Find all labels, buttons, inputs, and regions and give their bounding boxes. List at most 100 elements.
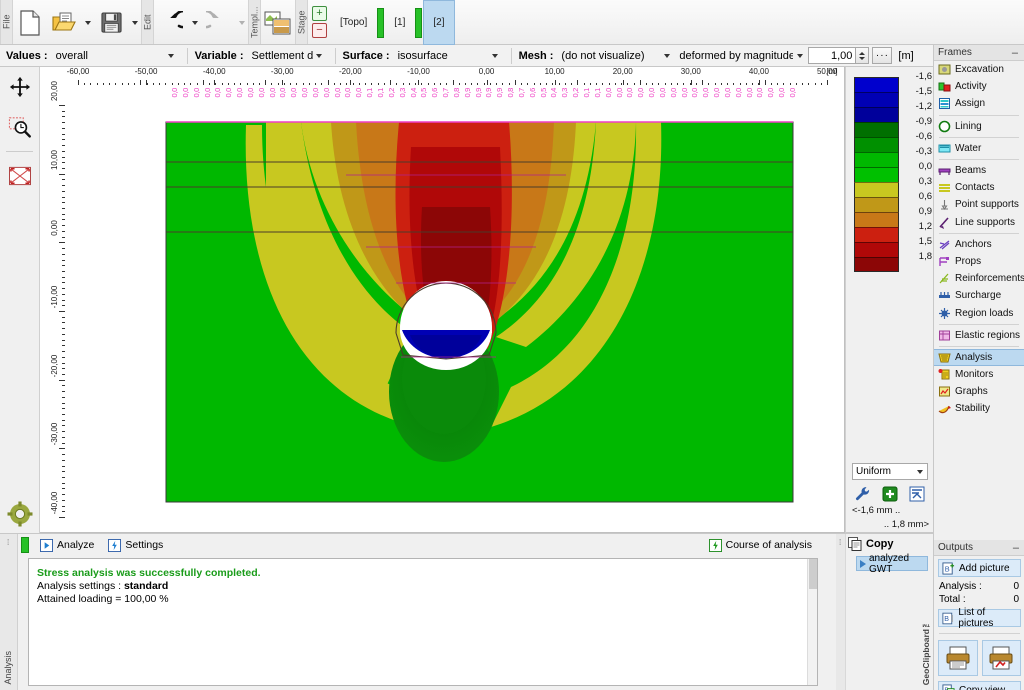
scale-mode-select[interactable]: Uniform (852, 463, 928, 480)
new-file-button[interactable] (13, 0, 47, 45)
ruler-x-minor-tick (521, 82, 523, 85)
zoom-window-tool-button[interactable] (0, 107, 40, 147)
outputs-minimize-button[interactable]: – (1011, 542, 1021, 553)
legend-color-band[interactable] (854, 182, 899, 197)
redo-button[interactable] (201, 0, 235, 45)
frame-item-analysis[interactable]: Analysis (934, 348, 1024, 366)
analyze-button[interactable]: Analyze (34, 537, 100, 554)
legend-color-band[interactable] (854, 77, 899, 92)
copy-button[interactable]: Copy (848, 537, 894, 551)
stage-tab-topo[interactable]: [Topo] (331, 0, 376, 45)
ruler-x-minor-tick (271, 82, 273, 85)
legend-color-band[interactable] (854, 242, 899, 257)
surface-label: Surface : (342, 49, 390, 62)
analysis-vertical-tab[interactable]: ⁞ Analysis (0, 534, 18, 690)
scale-factor-stepper[interactable] (856, 47, 870, 64)
model-view-canvas[interactable]: -60,00 -50,00 -40,00 -30,00 -20,00 -10,00 0,00… (40, 67, 845, 533)
frame-item-elastic-regions[interactable]: Elastic regions (934, 327, 1024, 344)
stage-remove-button[interactable]: − (312, 23, 327, 38)
frame-item-excavation[interactable]: Excavation (934, 61, 1024, 78)
legend-color-band[interactable] (854, 227, 899, 242)
frame-item-props[interactable]: Props (934, 253, 1024, 270)
legend-add-button[interactable] (879, 485, 901, 503)
geoclipboard-grip[interactable]: ⁞ (836, 534, 846, 690)
course-of-analysis-button[interactable]: Course of analysis (703, 537, 818, 554)
surface-select[interactable]: isosurface (394, 47, 504, 64)
list-of-pictures-button[interactable]: B List of pictures (938, 607, 1021, 629)
stage-add-button[interactable]: + (312, 6, 327, 21)
copy-view-button[interactable]: B Copy view (938, 681, 1021, 690)
legend-color-band[interactable] (854, 167, 899, 182)
frame-item-anchors[interactable]: Anchors (934, 236, 1024, 253)
frame-item-line-supports[interactable]: Line supports (934, 214, 1024, 231)
values-select[interactable]: overall (52, 47, 180, 64)
frame-item-stability[interactable]: Stability (934, 400, 1024, 417)
ruler-y-minor-tick (62, 505, 65, 507)
surface-value-label: 0,2 (386, 88, 396, 98)
legend-color-band[interactable] (854, 257, 899, 272)
message-scrollbar[interactable] (807, 559, 817, 685)
color-legend-panel: -1,6 -1,5 -1,2 -0,9 -0,6 -0,3 0,0 0,3 0,6 0,9 1,2 1… (845, 67, 933, 533)
frame-item-region-loads[interactable]: Region loads (934, 304, 1024, 321)
frame-item-reinforcements[interactable]: Reinforcements (934, 270, 1024, 287)
frame-item-surcharge[interactable]: Surcharge (934, 287, 1024, 304)
legend-color-band[interactable] (854, 107, 899, 122)
scale-factor-more-button[interactable]: ··· (872, 47, 893, 64)
undo-dropdown-arrow[interactable] (188, 0, 201, 45)
surface-value-label: 0,0 (766, 88, 776, 98)
open-file-dropdown-arrow[interactable] (81, 0, 94, 45)
frame-item-graphs[interactable]: Graphs (934, 383, 1024, 400)
undo-button[interactable] (154, 0, 188, 45)
save-file-button[interactable] (94, 0, 128, 45)
mesh-select[interactable]: (do not visualize) (557, 47, 675, 64)
scrollbar-thumb[interactable] (809, 559, 817, 589)
save-file-dropdown-arrow[interactable] (128, 0, 141, 45)
frame-item-activity[interactable]: Activity (934, 78, 1024, 95)
frame-item-contacts[interactable]: Contacts (934, 179, 1024, 196)
frame-item-monitors[interactable]: Monitors (934, 366, 1024, 383)
legend-color-band[interactable] (854, 197, 899, 212)
variable-select[interactable]: Settlement d z (248, 47, 328, 64)
settings-gear-button[interactable] (0, 501, 40, 527)
ruler-x-minor-tick (146, 82, 148, 85)
add-picture-button[interactable]: B Add picture (938, 559, 1021, 577)
analysis-settings-button[interactable]: Settings (102, 537, 169, 554)
printer-preview-icon (989, 646, 1013, 670)
stage-tab-1[interactable]: [1] (385, 0, 414, 45)
print-button[interactable] (938, 640, 978, 676)
open-file-button[interactable] (47, 0, 81, 45)
legend-color-band[interactable] (854, 212, 899, 227)
legend-color-band[interactable] (854, 152, 899, 167)
deformation-select[interactable]: deformed by magnitude (675, 47, 808, 64)
frame-item-beams[interactable]: Beams (934, 162, 1024, 179)
stage-tab-2[interactable]: [2] (423, 0, 455, 45)
legend-color-band[interactable] (854, 92, 899, 107)
legend-color-band[interactable] (854, 137, 899, 152)
pan-tool-button[interactable] (0, 67, 40, 107)
flip-scale-icon (909, 486, 925, 502)
frame-item-assign[interactable]: Assign (934, 95, 1024, 112)
print-preview-button[interactable] (981, 640, 1021, 676)
add-picture-label: Add picture (959, 562, 1010, 574)
legend-settings-wrench-button[interactable] (852, 485, 874, 503)
ruler-x-minor-tick (315, 82, 317, 85)
ruler-x-minor-tick (708, 82, 710, 85)
clipboard-item-analyzed-gwt[interactable]: analyzed GWT (856, 553, 928, 575)
legend-color-band[interactable] (854, 122, 899, 137)
frame-item-lining[interactable]: Lining (934, 118, 1024, 135)
ruler-x-minor-tick (677, 82, 679, 85)
frame-item-point-supports[interactable]: Point supports (934, 196, 1024, 213)
color-scale-bar[interactable] (854, 77, 899, 272)
frame-item-label: Point supports (955, 199, 1019, 211)
analysis-message-box[interactable]: Stress analysis was successfully complet… (28, 558, 818, 686)
frames-minimize-button[interactable]: – (1010, 47, 1020, 58)
templates-button[interactable] (261, 0, 295, 45)
surface-value-label: 0,0 (603, 88, 613, 98)
scale-factor-input[interactable]: 1,00 (808, 47, 857, 64)
zoom-fit-tool-button[interactable] (0, 156, 40, 196)
redo-dropdown-arrow[interactable] (235, 0, 248, 45)
frame-item-water[interactable]: Water (934, 140, 1024, 157)
outputs-panel: Outputs – B Add picture Analysis : 0 Tot… (934, 540, 1024, 690)
surface-value-label: 0,0 (777, 88, 787, 98)
legend-flip-button[interactable] (906, 485, 928, 503)
